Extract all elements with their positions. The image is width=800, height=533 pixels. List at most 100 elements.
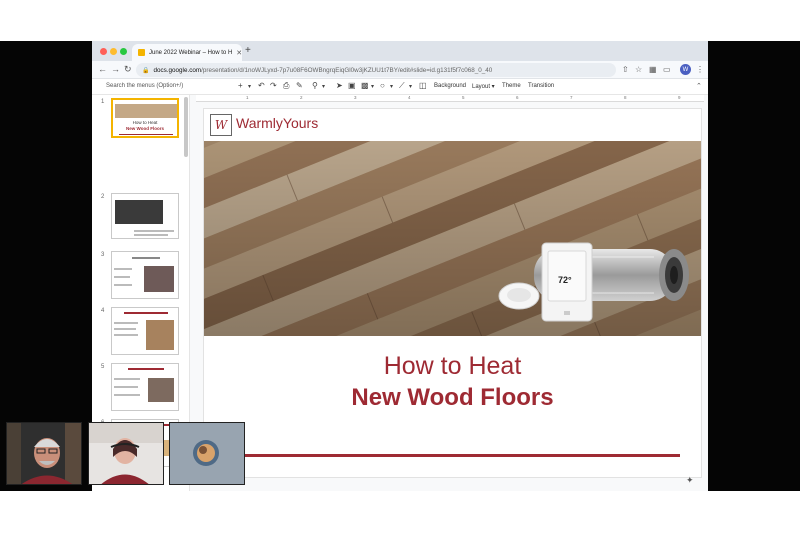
slide-number: 1 bbox=[101, 99, 105, 105]
theme-button[interactable]: Theme bbox=[502, 83, 521, 89]
thumb-text bbox=[114, 268, 132, 270]
reload-icon[interactable]: ↻ bbox=[124, 64, 132, 75]
thumb-image bbox=[146, 320, 174, 350]
slide-title[interactable]: How to Heat bbox=[204, 352, 701, 381]
slide-canvas[interactable]: W WarmlyYours 72° How to Heat New Wood F… bbox=[204, 109, 701, 477]
ruler-mark: 8 bbox=[624, 95, 627, 100]
line-dropdown-icon[interactable]: ▾ bbox=[409, 83, 412, 90]
thumb-subtitle: New Wood Floors bbox=[126, 126, 164, 131]
filmstrip-scrollbar[interactable] bbox=[184, 97, 188, 157]
profile-avatar[interactable]: W bbox=[680, 64, 691, 75]
webcam-tile-2 bbox=[88, 422, 164, 485]
text-box-icon[interactable]: ▣ bbox=[348, 81, 356, 90]
thumb-title: How to Heat bbox=[132, 120, 158, 125]
thumb-text bbox=[124, 312, 168, 314]
address-bar-row: ← → ↻ 🔒 docs.google.com/presentation/d/1… bbox=[92, 61, 708, 79]
warmlyyours-logo-icon: W bbox=[210, 114, 232, 136]
participant-avatar-icon bbox=[170, 423, 244, 484]
shape-icon[interactable]: ○ bbox=[380, 81, 385, 90]
ruler-mark: 1 bbox=[246, 95, 249, 100]
ruler-mark: 2 bbox=[300, 95, 303, 100]
thermostat-temperature: 72° bbox=[558, 275, 572, 285]
ruler-mark: 5 bbox=[462, 95, 465, 100]
collapse-toolbar-icon[interactable]: ⌃ bbox=[696, 82, 702, 90]
paint-format-icon[interactable]: ✎ bbox=[296, 81, 303, 90]
thumb-text bbox=[114, 322, 138, 324]
presenter-video-icon bbox=[89, 423, 163, 484]
hero-image: 72° bbox=[204, 141, 701, 336]
layout-button[interactable]: Layout ▾ bbox=[472, 83, 495, 90]
slide-divider-line bbox=[244, 454, 680, 457]
bookmark-star-icon[interactable]: ☆ bbox=[635, 65, 642, 74]
slide-thumbnail-4[interactable] bbox=[111, 307, 179, 355]
close-tab-icon[interactable]: ✕ bbox=[236, 49, 242, 57]
undo-icon[interactable]: ↶ bbox=[258, 81, 265, 90]
slide-thumbnail-3[interactable] bbox=[111, 251, 179, 299]
redo-icon[interactable]: ↷ bbox=[270, 81, 277, 90]
search-menus-input[interactable]: Search the menus (Option+/) bbox=[106, 83, 183, 89]
extensions-icon[interactable]: ▦ bbox=[649, 65, 657, 74]
slides-toolbar: Search the menus (Option+/) + ▾ ↶ ↷ ⎙ ✎ … bbox=[92, 79, 708, 95]
back-icon[interactable]: ← bbox=[98, 64, 107, 74]
ruler-mark: 7 bbox=[570, 95, 573, 100]
new-tab-icon[interactable]: + bbox=[245, 45, 251, 56]
image-dropdown-icon[interactable]: ▾ bbox=[371, 83, 374, 90]
url-path: /presentation/d/1noWJLyxd-7p7u08F6OWBngr… bbox=[201, 66, 493, 74]
add-comment-icon[interactable]: ◫ bbox=[419, 81, 427, 90]
thumb-text bbox=[134, 234, 168, 236]
thumb-divider bbox=[119, 134, 173, 135]
thumb-text bbox=[132, 257, 160, 259]
new-slide-icon[interactable]: + bbox=[238, 81, 243, 90]
url-bar[interactable]: 🔒 docs.google.com/presentation/d/1noWJLy… bbox=[136, 63, 616, 77]
share-icon[interactable]: ⇧ bbox=[622, 65, 629, 74]
thumb-text bbox=[114, 378, 140, 380]
minimize-window-icon[interactable] bbox=[110, 48, 117, 55]
ruler-mark: 9 bbox=[678, 95, 681, 100]
thumb-text bbox=[114, 328, 136, 330]
slide-thumbnail-5[interactable] bbox=[111, 363, 179, 411]
transition-button[interactable]: Transition bbox=[528, 83, 554, 89]
browser-tab[interactable]: June 2022 Webinar – How to H ✕ bbox=[132, 44, 242, 61]
ruler-mark: 6 bbox=[516, 95, 519, 100]
thumb-text bbox=[114, 386, 138, 388]
thumb-text bbox=[128, 368, 164, 370]
ruler-mark: 3 bbox=[354, 95, 357, 100]
thumb-text bbox=[114, 276, 130, 278]
url-host: docs.google.com bbox=[153, 66, 202, 74]
thumb-text bbox=[114, 284, 132, 286]
slides-favicon-icon bbox=[138, 49, 145, 56]
thumb-image bbox=[148, 378, 174, 402]
horizontal-ruler: 1 2 3 4 5 6 7 8 9 bbox=[196, 95, 704, 102]
screen: June 2022 Webinar – How to H ✕ + ← → ↻ 🔒… bbox=[0, 0, 800, 533]
slide-number: 5 bbox=[101, 364, 105, 370]
insert-image-icon[interactable]: ▩ bbox=[361, 81, 369, 90]
line-icon[interactable]: ⟋ bbox=[399, 81, 405, 91]
logo-text: WarmlyYours bbox=[236, 115, 319, 131]
forward-icon[interactable]: → bbox=[111, 64, 120, 74]
slide-thumbnail-1[interactable]: How to Heat New Wood Floors bbox=[111, 98, 179, 138]
slide-number: 2 bbox=[101, 194, 105, 200]
shape-dropdown-icon[interactable]: ▾ bbox=[390, 83, 393, 90]
thumb-text bbox=[134, 230, 174, 232]
slide-thumbnail-2[interactable] bbox=[111, 193, 179, 239]
sidebar-icon[interactable]: ▭ bbox=[663, 65, 671, 74]
webcam-tile-1 bbox=[6, 422, 82, 485]
zoom-icon[interactable]: ⚲ bbox=[312, 81, 318, 90]
close-window-icon[interactable] bbox=[100, 48, 107, 55]
browser-menu-icon[interactable]: ⋮ bbox=[696, 65, 704, 74]
print-icon[interactable]: ⎙ bbox=[283, 81, 289, 91]
slide-number: 3 bbox=[101, 252, 105, 258]
zoom-dropdown-icon[interactable]: ▾ bbox=[322, 83, 325, 90]
webcam-tile-3 bbox=[169, 422, 245, 485]
new-slide-dropdown-icon[interactable]: ▾ bbox=[248, 83, 251, 90]
tab-title: June 2022 Webinar – How to H bbox=[149, 49, 233, 56]
select-cursor-icon[interactable]: ➤ bbox=[336, 81, 343, 90]
maximize-window-icon[interactable] bbox=[120, 48, 127, 55]
background-button[interactable]: Background bbox=[434, 83, 466, 89]
slide-number: 4 bbox=[101, 308, 105, 314]
explore-assistant-icon[interactable]: ✦ bbox=[686, 475, 694, 486]
tab-strip: June 2022 Webinar – How to H ✕ + bbox=[92, 41, 708, 61]
presenter-video-icon bbox=[7, 423, 81, 484]
slide-subtitle[interactable]: New Wood Floors bbox=[204, 384, 701, 412]
thumb-text bbox=[114, 394, 140, 396]
